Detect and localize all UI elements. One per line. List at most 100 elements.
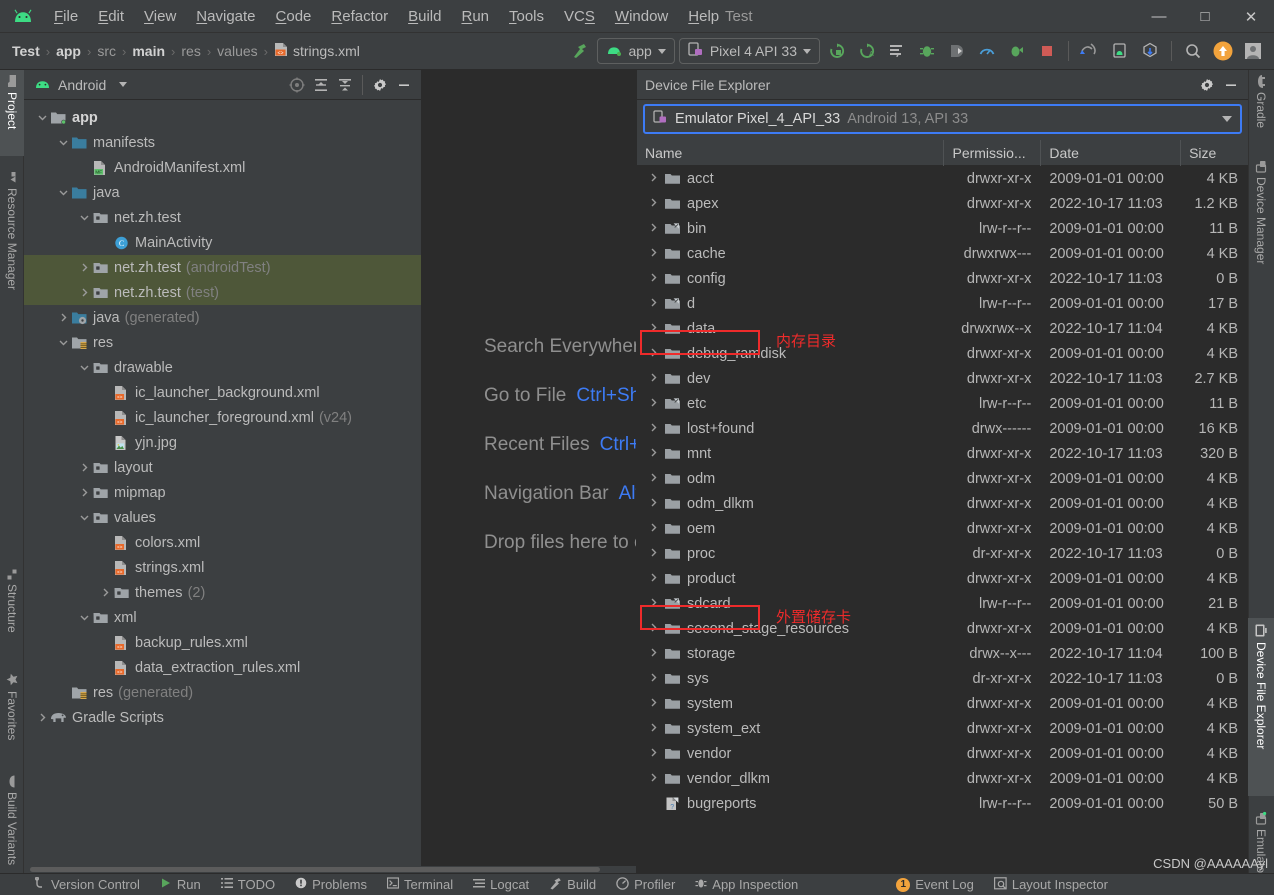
maximize-button[interactable]: □ — [1182, 0, 1228, 33]
chevron-right-icon[interactable] — [645, 723, 661, 735]
chevron-right-icon[interactable] — [76, 463, 92, 472]
column-header-name[interactable]: Name — [637, 139, 945, 166]
status-item-build[interactable]: Build — [539, 874, 606, 895]
status-item-profiler[interactable]: Profiler — [606, 874, 685, 895]
chevron-down-icon[interactable] — [34, 113, 50, 122]
breadcrumb-item-res[interactable]: res — [177, 42, 204, 60]
chevron-right-icon[interactable] — [76, 488, 92, 497]
tree-row[interactable]: java (generated) — [24, 305, 421, 330]
chevron-right-icon[interactable] — [645, 548, 661, 560]
sidebar-item-device-file-explorer[interactable]: Device File Explorer — [1248, 618, 1274, 796]
tree-row[interactable]: C MainActivity — [24, 230, 421, 255]
run-configuration-selector[interactable]: app — [597, 38, 675, 64]
status-item-run[interactable]: Run — [150, 874, 211, 895]
project-view-selector[interactable]: Android — [34, 77, 128, 93]
chevron-right-icon[interactable] — [34, 713, 50, 722]
chevron-right-icon[interactable] — [645, 473, 661, 485]
file-row[interactable]: sys dr-xr-xr-x 2022-10-17 11:03 0 B — [637, 666, 1248, 691]
sidebar-item-gradle[interactable]: Gradle — [1248, 70, 1274, 146]
menu-item-help[interactable]: Help — [678, 5, 729, 28]
profile-app-icon[interactable] — [1004, 38, 1030, 64]
file-row[interactable]: cache drwxrwx--- 2009-01-01 00:00 4 KB — [637, 241, 1248, 266]
close-button[interactable]: ✕ — [1228, 0, 1274, 33]
status-item-logcat[interactable]: Logcat — [463, 874, 539, 895]
tree-row[interactable]: <> strings.xml — [24, 555, 421, 580]
tree-row[interactable]: <> ic_launcher_foreground.xml (v24) — [24, 405, 421, 430]
sidebar-item-build-variants[interactable]: Build Variants — [0, 770, 24, 890]
menu-item-vcs[interactable]: VCS — [554, 5, 605, 28]
status-item-problems[interactable]: Problems — [285, 874, 377, 895]
settings-gear-icon[interactable] — [1196, 74, 1218, 96]
tree-row[interactable]: <> backup_rules.xml — [24, 630, 421, 655]
file-row[interactable]: second_stage_resources drwxr-xr-x 2009-01-… — [637, 616, 1248, 641]
hide-panel-icon[interactable] — [393, 74, 415, 96]
chevron-down-icon[interactable] — [55, 138, 71, 147]
chevron-right-icon[interactable] — [645, 398, 661, 410]
chevron-down-icon[interactable] — [55, 188, 71, 197]
file-row[interactable]: etc lrw-r--r-- 2009-01-01 00:00 11 B — [637, 391, 1248, 416]
avd-manager-icon[interactable] — [1107, 38, 1133, 64]
file-row[interactable]: storage drwx--x--- 2022-10-17 11:04 100 B — [637, 641, 1248, 666]
chevron-right-icon[interactable] — [76, 288, 92, 297]
menu-item-build[interactable]: Build — [398, 5, 451, 28]
settings-gear-icon[interactable] — [369, 74, 391, 96]
breadcrumb-item-strings-xml[interactable]: <> strings.xml — [270, 41, 364, 61]
status-item-todo[interactable]: TODO — [211, 874, 285, 895]
run-with-coverage-icon[interactable] — [884, 38, 910, 64]
menu-item-run[interactable]: Run — [451, 5, 499, 28]
profiler-icon[interactable] — [974, 38, 1000, 64]
sdk-manager-icon[interactable] — [1137, 38, 1163, 64]
chevron-right-icon[interactable] — [645, 373, 661, 385]
file-row[interactable]: proc dr-xr-xr-x 2022-10-17 11:03 0 B — [637, 541, 1248, 566]
menu-item-file[interactable]: File — [44, 5, 88, 28]
device-target-selector[interactable]: Pixel 4 API 33 — [678, 38, 820, 64]
tree-row[interactable]: <> colors.xml — [24, 530, 421, 555]
menu-item-edit[interactable]: Edit — [88, 5, 134, 28]
status-item-version-control[interactable]: Version Control — [24, 874, 150, 895]
chevron-right-icon[interactable] — [645, 773, 661, 785]
file-row[interactable]: acct drwxr-xr-x 2009-01-01 00:00 4 KB — [637, 166, 1248, 191]
apply-code-changes-icon[interactable]: A — [854, 38, 880, 64]
breadcrumb-item-src[interactable]: src — [93, 42, 120, 60]
breadcrumb-item-values[interactable]: values — [213, 42, 261, 60]
tree-row[interactable]: themes (2) — [24, 580, 421, 605]
sync-gradle-icon[interactable] — [1077, 38, 1103, 64]
chevron-right-icon[interactable] — [97, 588, 113, 597]
chevron-down-icon[interactable] — [76, 213, 92, 222]
column-header-permissions[interactable]: Permissio... — [944, 139, 1042, 166]
file-row[interactable]: bin lrw-r--r-- 2009-01-01 00:00 11 B — [637, 216, 1248, 241]
sidebar-item-structure[interactable]: Structure — [0, 562, 24, 662]
chevron-right-icon[interactable] — [645, 698, 661, 710]
file-row[interactable]: data drwxrwx--x 2022-10-17 11:04 4 KB — [637, 316, 1248, 341]
file-row[interactable]: oem drwxr-xr-x 2009-01-01 00:00 4 KB — [637, 516, 1248, 541]
chevron-right-icon[interactable] — [76, 263, 92, 272]
chevron-right-icon[interactable] — [645, 748, 661, 760]
file-row[interactable]: apex drwxr-xr-x 2022-10-17 11:03 1.2 KB — [637, 191, 1248, 216]
chevron-right-icon[interactable] — [645, 673, 661, 685]
tree-row[interactable]: app — [24, 105, 421, 130]
file-row[interactable]: product drwxr-xr-x 2009-01-01 00:00 4 KB — [637, 566, 1248, 591]
stop-icon[interactable] — [1034, 38, 1060, 64]
account-icon[interactable] — [1240, 38, 1266, 64]
device-file-list[interactable]: acct drwxr-xr-x 2009-01-01 00:00 4 KB apex dr… — [637, 166, 1248, 873]
tree-row[interactable]: <> data_extraction_rules.xml — [24, 655, 421, 680]
chevron-right-icon[interactable] — [645, 623, 661, 635]
column-header-date[interactable]: Date — [1041, 139, 1182, 166]
tree-row[interactable]: net.zh.test — [24, 205, 421, 230]
file-row[interactable]: lost+found drwx------ 2009-01-01 00:00 16 K… — [637, 416, 1248, 441]
project-tree[interactable]: app manifests MF AndroidManifest.xml java net… — [24, 100, 421, 873]
debug-icon[interactable] — [914, 38, 940, 64]
tree-row[interactable]: values — [24, 505, 421, 530]
file-row[interactable]: system_ext drwxr-xr-x 2009-01-01 00:00 4 KB — [637, 716, 1248, 741]
status-item-event-log[interactable]: 1 Event Log — [886, 874, 984, 895]
chevron-right-icon[interactable] — [645, 198, 661, 210]
sidebar-item-resource-manager[interactable]: Resource Manager — [0, 166, 24, 318]
column-header-size[interactable]: Size — [1181, 140, 1248, 166]
status-item-layout-inspector[interactable]: Layout Inspector — [984, 874, 1118, 895]
sidebar-item-favorites[interactable]: Favorites — [0, 668, 24, 764]
menu-item-navigate[interactable]: Navigate — [186, 5, 265, 28]
collapse-all-icon[interactable] — [334, 74, 356, 96]
menu-item-code[interactable]: Code — [266, 5, 322, 28]
update-icon[interactable] — [1210, 38, 1236, 64]
tree-row[interactable]: yjn.jpg — [24, 430, 421, 455]
